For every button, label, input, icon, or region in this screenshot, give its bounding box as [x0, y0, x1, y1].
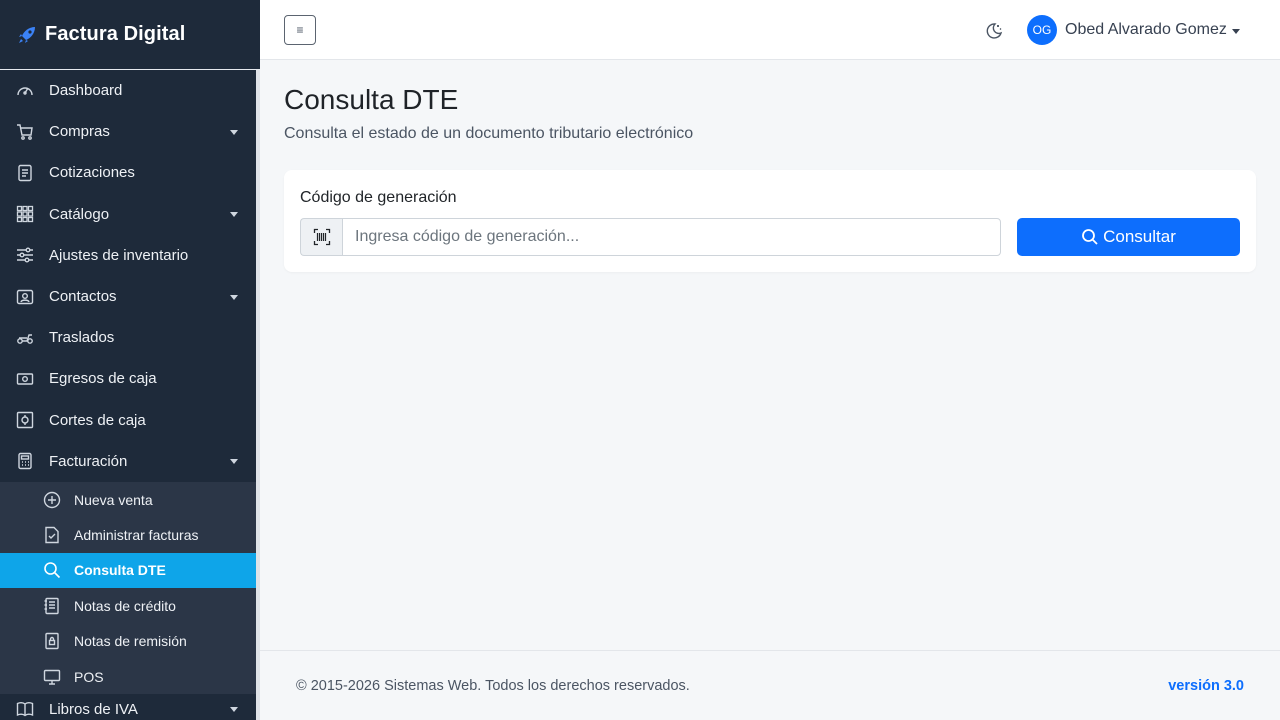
sidebar-item-label: Contactos [49, 288, 117, 306]
sidebar-item-libros-iva[interactable]: Libros de IVA [0, 694, 256, 720]
sidebar-item-cortes-caja[interactable]: Cortes de caja [0, 400, 256, 441]
menu-icon: ≡ [296, 23, 304, 37]
user-menu[interactable]: OG Obed Alvarado Gomez [1027, 15, 1240, 45]
plus-circle-icon [43, 491, 61, 509]
sidebar-menu: Dashboard Compras Cotizaciones Catálogo … [0, 70, 256, 720]
chevron-down-icon [230, 294, 238, 300]
codigo-generacion-label: Código de generación [300, 189, 457, 206]
cart-icon [16, 123, 34, 141]
sidebar-toggle-button[interactable]: ≡ [284, 15, 316, 45]
calculator-icon [16, 452, 34, 470]
file-check-icon [43, 526, 61, 544]
safe-icon [16, 411, 34, 429]
sidebar-item-label: POS [74, 668, 104, 685]
sidebar-item-label: Nueva venta [74, 491, 153, 508]
sidebar-item-label: Ajustes de inventario [49, 246, 189, 264]
copyright-text: © 2015-2026 Sistemas Web. Todos los dere… [296, 678, 690, 694]
sidebar-item-notas-credito[interactable]: Notas de crédito [0, 588, 256, 623]
contact-card-icon [16, 288, 34, 306]
sidebar-item-label: Catálogo [49, 205, 110, 223]
brand[interactable]: Factura Digital [0, 0, 260, 70]
consultar-button[interactable]: Consultar [1017, 218, 1240, 256]
sidebar-item-label: Facturación [49, 452, 128, 470]
version-link[interactable]: versión 3.0 [1168, 678, 1244, 694]
chevron-down-icon [230, 129, 238, 135]
sidebar-item-contactos[interactable]: Contactos [0, 276, 256, 317]
barcode-icon [300, 218, 342, 256]
sidebar-item-label: Consulta DTE [74, 562, 166, 579]
chevron-down-icon [230, 459, 238, 465]
speedometer-icon [16, 82, 34, 100]
cash-icon [16, 370, 34, 388]
sidebar-item-compras[interactable]: Compras [0, 111, 256, 152]
sidebar-item-pos[interactable]: POS [0, 659, 256, 694]
search-icon [1081, 228, 1099, 246]
sidebar: Factura Digital Dashboard Compras Cotiza… [0, 0, 260, 720]
sidebar-item-consulta-dte[interactable]: Consulta DTE [0, 552, 256, 589]
page-title: Consulta DTE [284, 84, 459, 115]
sidebar-item-label: Cotizaciones [49, 164, 135, 182]
scooter-icon [16, 329, 34, 347]
sidebar-item-facturacion[interactable]: Facturación [0, 441, 256, 482]
journal-icon [43, 597, 61, 615]
sidebar-item-label: Cortes de caja [49, 411, 146, 429]
moon-icon[interactable] [983, 20, 1005, 42]
book-icon [16, 700, 34, 718]
avatar: OG [1027, 15, 1057, 45]
sidebar-item-egresos-caja[interactable]: Egresos de caja [0, 358, 256, 399]
codigo-generacion-input[interactable] [342, 218, 1001, 256]
file-lock-icon [43, 632, 61, 650]
grid-icon [16, 205, 34, 223]
search-icon [43, 561, 61, 579]
footer: © 2015-2026 Sistemas Web. Todos los dere… [260, 650, 1280, 720]
sidebar-item-label: Notas de remisión [74, 633, 187, 650]
document-icon [16, 164, 34, 182]
sidebar-item-cotizaciones[interactable]: Cotizaciones [0, 152, 256, 193]
sidebar-item-label: Egresos de caja [49, 370, 157, 388]
sidebar-item-label: Traslados [49, 329, 115, 347]
sidebar-item-dashboard[interactable]: Dashboard [0, 70, 256, 111]
sidebar-item-notas-remision[interactable]: Notas de remisión [0, 623, 256, 658]
sidebar-item-label: Notas de crédito [74, 597, 176, 614]
sidebar-scrollbar[interactable] [256, 70, 260, 720]
consultar-button-label: Consultar [1103, 227, 1176, 246]
sidebar-item-nueva-venta[interactable]: Nueva venta [0, 482, 256, 517]
topbar: ≡ OG Obed Alvarado Gomez [260, 0, 1280, 60]
facturacion-submenu: Nueva venta Administrar facturas Consult… [0, 481, 256, 695]
chevron-down-icon [230, 707, 238, 713]
page-subtitle: Consulta el estado de un documento tribu… [284, 125, 694, 142]
sidebar-item-label: Libros de IVA [49, 700, 138, 718]
user-name: Obed Alvarado Gomez [1065, 21, 1227, 38]
sidebar-item-ajustes-inventario[interactable]: Ajustes de inventario [0, 235, 256, 276]
sidebar-item-label: Administrar facturas [74, 526, 199, 543]
sliders-icon [16, 246, 34, 264]
codigo-input-group [300, 218, 1001, 256]
sidebar-item-label: Dashboard [49, 82, 123, 100]
monitor-icon [43, 668, 61, 686]
chevron-down-icon [230, 212, 238, 218]
brand-title: Factura Digital [45, 23, 186, 45]
sidebar-item-traslados[interactable]: Traslados [0, 317, 256, 358]
chevron-down-icon [1231, 28, 1240, 34]
rocket-icon [16, 24, 38, 46]
sidebar-item-catalogo[interactable]: Catálogo [0, 194, 256, 235]
sidebar-item-label: Compras [49, 123, 110, 141]
query-card: Código de generación Consultar [284, 170, 1256, 272]
sidebar-item-administrar-facturas[interactable]: Administrar facturas [0, 517, 256, 552]
